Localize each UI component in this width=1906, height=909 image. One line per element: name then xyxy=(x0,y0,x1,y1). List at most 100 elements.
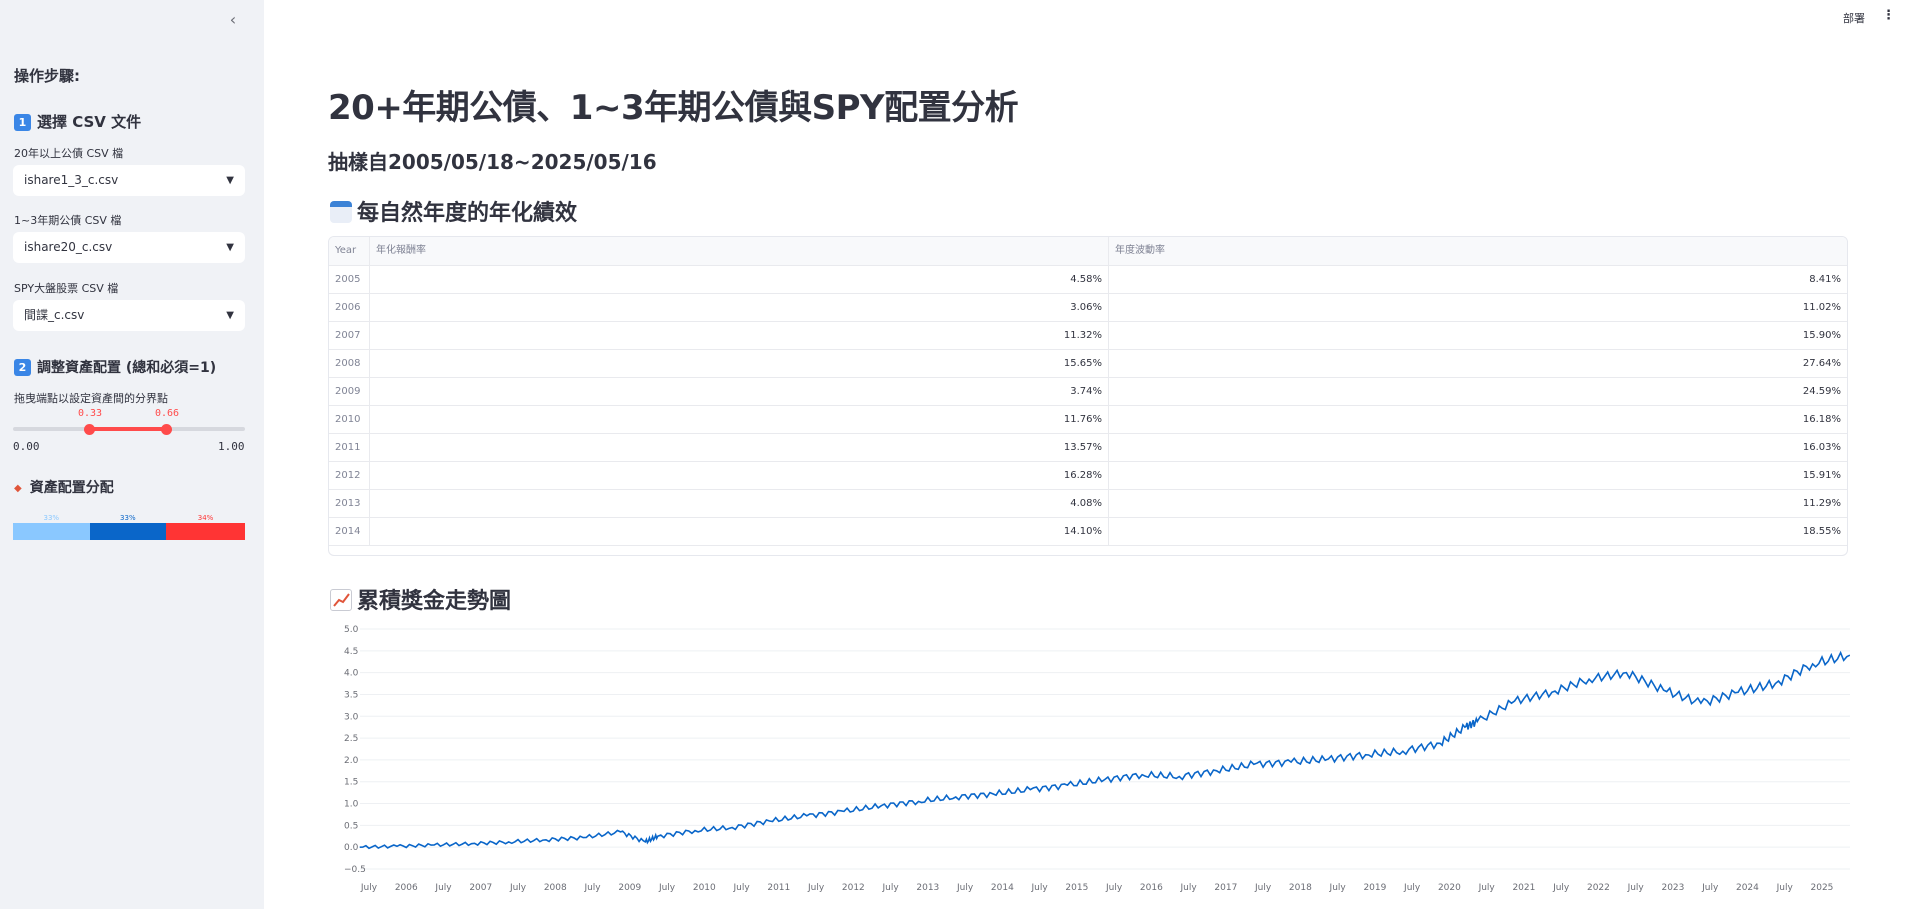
x-tick-label: 2021 xyxy=(1512,883,1535,893)
x-tick-label: 2013 xyxy=(916,883,939,893)
x-tick-label: July xyxy=(1403,883,1421,893)
table-row: 2009 3.74% 24.59% xyxy=(329,378,1847,406)
cell-volatility: 15.90% xyxy=(1802,330,1841,341)
slider-range-fill xyxy=(89,427,167,431)
allocation-percent-label: 33% xyxy=(120,514,136,522)
cell-volatility: 24.59% xyxy=(1802,386,1841,397)
cell-return: 14.10% xyxy=(370,518,1109,545)
x-tick-label: July xyxy=(583,883,601,893)
column-header-volatility[interactable]: 年度波動率 xyxy=(1109,237,1847,265)
calendar-icon xyxy=(330,201,352,223)
cell-volatility: 11.02% xyxy=(1802,302,1841,313)
y-tick-label: 0.0 xyxy=(344,843,359,853)
allocation-percent-label: 33% xyxy=(43,514,60,522)
x-tick-label: 2007 xyxy=(469,883,492,893)
chevron-down-icon: ▼ xyxy=(226,175,234,186)
slider-high-handle[interactable] xyxy=(160,423,172,435)
cell-return: 11.76% xyxy=(370,406,1109,433)
cell-return: 16.28% xyxy=(370,462,1109,489)
y-tick-label: 2.5 xyxy=(344,734,358,744)
range-slider[interactable] xyxy=(13,423,245,435)
x-tick-label: July xyxy=(1627,883,1645,893)
y-tick-label: −0.5 xyxy=(344,865,366,875)
step1-heading: 1 選擇 CSV 文件 xyxy=(14,111,141,132)
y-tick-label: 1.5 xyxy=(344,778,358,788)
x-tick-label: July xyxy=(658,883,676,893)
keycap-one-icon: 1 xyxy=(14,114,31,131)
collapse-sidebar-icon[interactable]: ‹ xyxy=(224,11,242,29)
field-label-long-bond: 20年以上公債 CSV 檔 xyxy=(14,147,124,160)
x-tick-label: July xyxy=(360,883,378,893)
kebab-menu-icon[interactable]: ⋮ xyxy=(1882,8,1895,23)
field-label-spy: SPY大盤股票 CSV 檔 xyxy=(14,282,119,295)
cell-year: 2006 xyxy=(329,294,370,321)
select-short-bond[interactable]: ishare20_c.csv ▼ xyxy=(13,232,245,263)
chart-section-heading: 累積獎金走勢圖 xyxy=(330,583,511,615)
y-tick-label: 4.0 xyxy=(344,669,359,679)
x-tick-label: 2024 xyxy=(1736,883,1759,893)
x-tick-label: July xyxy=(434,883,452,893)
cell-return: 4.58% xyxy=(370,266,1109,293)
cell-year: 2010 xyxy=(329,406,370,433)
x-tick-label: 2020 xyxy=(1438,883,1461,893)
x-tick-label: July xyxy=(1701,883,1719,893)
column-header-return[interactable]: 年化報酬率 xyxy=(370,237,1109,265)
keycap-two-icon: 2 xyxy=(14,359,31,376)
chevron-down-icon: ▼ xyxy=(226,310,234,321)
select-short-bond-value: ishare20_c.csv xyxy=(24,240,113,254)
table-header-row: Year 年化報酬率 年度波動率 xyxy=(329,237,1847,266)
table-row: 2012 16.28% 15.91% xyxy=(329,462,1847,490)
step1-title: 選擇 CSV 文件 xyxy=(37,113,142,131)
allocation-segment xyxy=(89,523,167,540)
select-spy[interactable]: 間諜_c.csv ▼ xyxy=(13,300,245,331)
performance-table[interactable]: Year 年化報酬率 年度波動率 2005 4.58% 8.41% 2006 3.06%… xyxy=(328,236,1848,556)
cell-year: 2005 xyxy=(329,266,370,293)
slider-low-handle[interactable] xyxy=(84,423,96,435)
deploy-button[interactable]: 部署 xyxy=(1843,10,1865,26)
x-tick-label: 2023 xyxy=(1661,883,1684,893)
y-tick-label: 4.5 xyxy=(344,647,358,657)
chevron-down-icon: ▼ xyxy=(226,242,234,253)
table-row: 2014 14.10% 18.55% xyxy=(329,518,1847,546)
table-row: 2007 11.32% 15.90% xyxy=(329,322,1847,350)
x-tick-label: 2009 xyxy=(618,883,641,893)
table-row: 2010 11.76% 16.18% xyxy=(329,406,1847,434)
x-tick-label: 2025 xyxy=(1811,883,1834,893)
sidebar: ‹ 操作步驟: 1 選擇 CSV 文件 20年以上公債 CSV 檔 ishare1… xyxy=(0,0,264,909)
y-tick-label: 5.0 xyxy=(344,625,359,635)
x-tick-label: July xyxy=(956,883,974,893)
step2-heading: 2 調整資產配置 (總和必須=1) xyxy=(14,357,216,377)
y-tick-label: 3.0 xyxy=(344,712,359,722)
cell-year: 2011 xyxy=(329,434,370,461)
cell-volatility: 16.03% xyxy=(1802,442,1841,453)
cell-volatility: 15.91% xyxy=(1802,470,1841,481)
page-subtitle: 抽樣自2005/05/18~2025/05/16 xyxy=(328,150,657,174)
x-tick-label: July xyxy=(509,883,527,893)
cell-year: 2013 xyxy=(329,490,370,517)
table-row: 2011 13.57% 16.03% xyxy=(329,434,1847,462)
select-long-bond[interactable]: ishare1_3_c.csv ▼ xyxy=(13,165,245,196)
cumulative-line-chart[interactable]: 5.0 4.5 4.0 3.5 3.0 2.5 2.0 1.5 1.0 0.5 0.0 −0.5 Jul… xyxy=(340,614,1850,904)
column-header-year[interactable]: Year xyxy=(329,237,370,265)
x-tick-label: July xyxy=(881,883,899,893)
cell-year: 2008 xyxy=(329,350,370,377)
page-title: 20+年期公債、1~3年期公債與SPY配置分析 xyxy=(328,88,1019,128)
allocation-percent-label: 34% xyxy=(197,514,214,522)
x-tick-label: 2015 xyxy=(1065,883,1088,893)
x-tick-label: 2022 xyxy=(1587,883,1610,893)
slider-label: 拖曳端點以設定資產間的分界點 xyxy=(14,392,168,405)
chart-increasing-icon xyxy=(330,589,352,611)
cell-year: 2009 xyxy=(329,378,370,405)
allocation-segment xyxy=(13,523,90,540)
cell-return: 4.08% xyxy=(370,490,1109,517)
x-tick-label: 2019 xyxy=(1363,883,1386,893)
y-tick-label: 3.5 xyxy=(344,690,358,700)
slider-max: 1.00 xyxy=(218,440,245,453)
x-tick-label: July xyxy=(1478,883,1496,893)
x-tick-label: 2011 xyxy=(767,883,790,893)
x-tick-label: 2006 xyxy=(395,883,418,893)
allocation-segment xyxy=(166,523,245,540)
select-long-bond-value: ishare1_3_c.csv xyxy=(24,173,119,187)
allocation-title: 資產配置分配 xyxy=(29,480,114,496)
cell-year: 2012 xyxy=(329,462,370,489)
